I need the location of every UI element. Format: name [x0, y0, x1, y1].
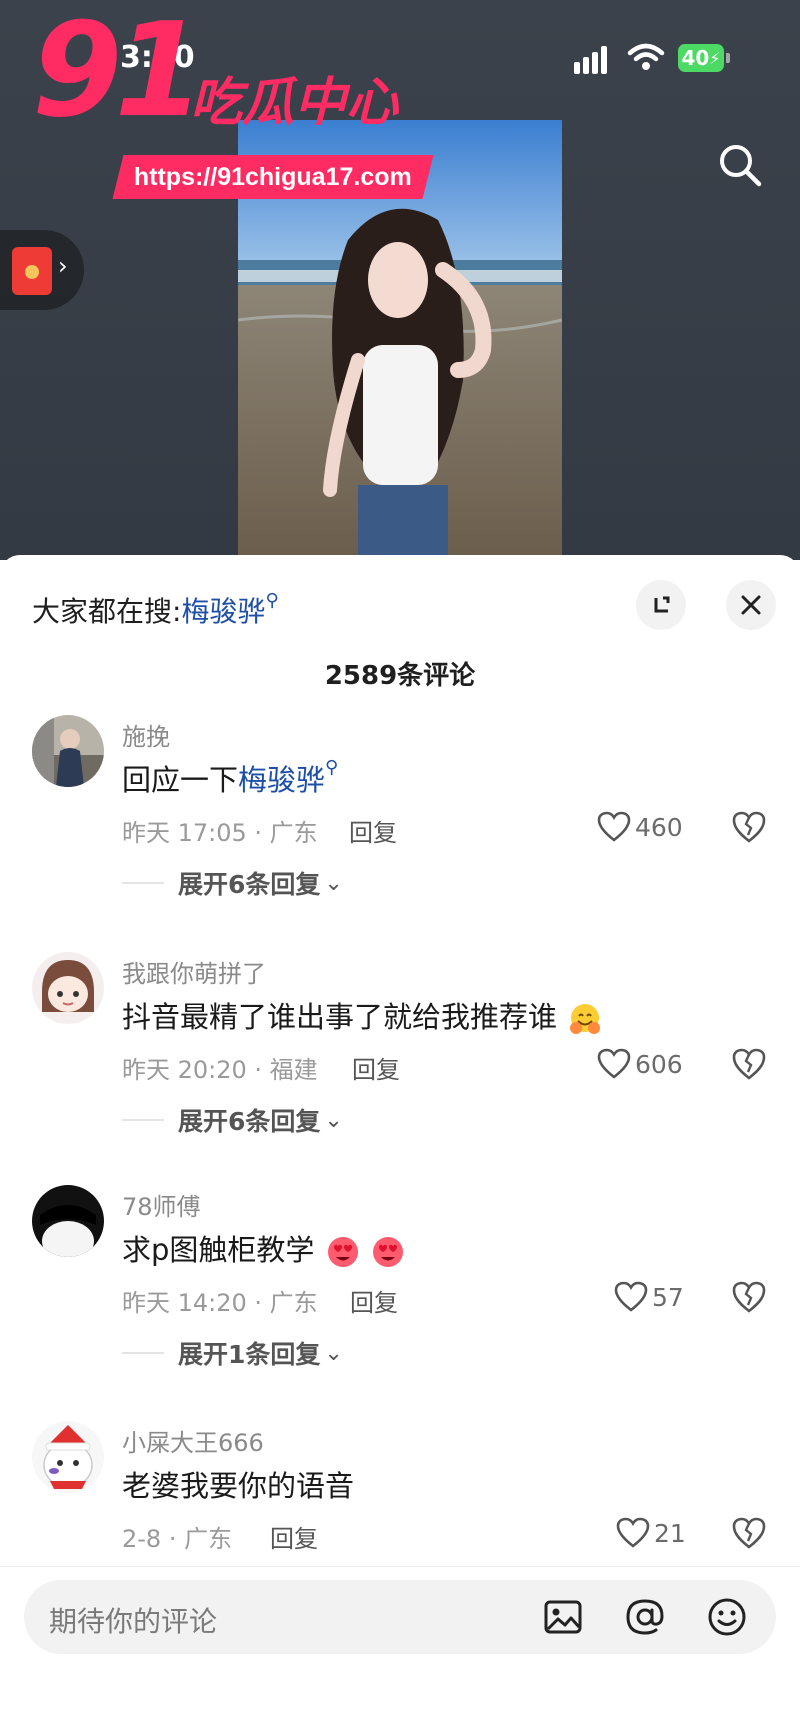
hot-search-label: 大家都在搜:	[32, 595, 182, 628]
battery-tip	[726, 53, 730, 63]
chevron-down-icon: ⌄	[324, 870, 343, 896]
reply-button[interactable]: 回复	[352, 1050, 400, 1085]
chevron-right-icon: ›	[58, 252, 68, 280]
avatar[interactable]	[32, 1185, 104, 1257]
heart-eyes-emoji	[327, 1237, 358, 1267]
red-packet-button[interactable]: ›	[0, 230, 84, 310]
comment-time-location: 昨天 20:20 · 福建	[122, 1056, 318, 1084]
comment-input-bar[interactable]: 期待你的评论	[24, 1580, 776, 1654]
like-count: 606	[635, 1049, 683, 1079]
logo-text: 吃瓜中心	[190, 73, 399, 133]
emoji-icon[interactable]	[706, 1596, 748, 1638]
comment-sheet: 大家都在搜:梅骏骅⚲ 2589条评论 施挽 回应一下梅骏骅⚲ 昨天 17:05 …	[0, 555, 800, 1735]
like-button[interactable]: 57	[614, 1277, 684, 1317]
logo-url-text: https://91chigua17.com	[134, 162, 412, 191]
expand-replies-label: 展开6条回复	[178, 870, 321, 899]
logo-url-banner: https://91chigua17.com	[112, 155, 434, 199]
comment-text-body: 抖音最精了谁出事了就给我推荐谁	[122, 1000, 558, 1034]
watermark-logo: 91 吃瓜中心 https://91chigua17.com	[30, 5, 434, 199]
hot-search-keyword[interactable]: 梅骏骅	[181, 595, 265, 628]
expand-replies-button[interactable]: 展开6条回复 ⌄	[122, 865, 343, 901]
divider-line	[122, 1119, 164, 1121]
expand-replies-label: 展开6条回复	[178, 1107, 321, 1136]
battery-level: 40	[681, 46, 710, 70]
expand-replies-button[interactable]: 展开1条回复 ⌄	[122, 1335, 343, 1371]
small-search-icon: ⚲	[265, 590, 279, 611]
red-envelope-icon	[12, 247, 52, 295]
comment-time-location: 2-8 · 广东	[122, 1525, 233, 1553]
comment-text: 老婆我要你的语音	[122, 1469, 355, 1503]
chevron-down-icon: ⌄	[324, 1340, 343, 1366]
logo-number: 91	[32, 0, 205, 146]
comment-keyword-link[interactable]: 梅骏骅	[238, 763, 325, 797]
like-button[interactable]: 21	[616, 1513, 686, 1553]
comment-text-prefix: 回应一下	[122, 763, 239, 797]
comment-count: 2589条评论	[324, 661, 476, 691]
broken-heart-icon[interactable]	[731, 1277, 767, 1317]
expand-replies-label: 展开1条回复	[178, 1340, 321, 1369]
broken-heart-icon[interactable]	[731, 807, 767, 847]
comment-input-placeholder[interactable]: 期待你的评论	[49, 1600, 217, 1640]
close-icon	[741, 595, 761, 615]
comment-username[interactable]: 施挽	[122, 717, 170, 752]
expand-button[interactable]	[636, 580, 686, 630]
broken-heart-icon[interactable]	[731, 1044, 767, 1084]
small-search-icon: ⚲	[325, 757, 339, 778]
divider-line	[122, 1352, 164, 1354]
reply-button[interactable]: 回复	[270, 1519, 318, 1554]
like-count: 57	[652, 1282, 684, 1312]
heart-icon	[597, 1048, 631, 1079]
expand-replies-button[interactable]: 展开6条回复 ⌄	[122, 1102, 343, 1138]
video-background: 3:10 40 ⚡ 91 吃瓜中心 https://91chigua17.com…	[0, 0, 800, 560]
image-icon[interactable]	[542, 1596, 584, 1638]
input-divider	[0, 1566, 800, 1567]
hot-search[interactable]: 大家都在搜:梅骏骅⚲	[32, 590, 279, 630]
at-icon[interactable]	[624, 1596, 666, 1638]
heart-icon	[597, 811, 631, 842]
heart-icon	[616, 1517, 650, 1548]
like-count: 21	[654, 1518, 686, 1548]
comment-text: 求p图触柜教学	[122, 1227, 405, 1269]
search-icon[interactable]	[715, 140, 765, 190]
battery-indicator: 40 ⚡	[678, 44, 724, 72]
avatar[interactable]	[32, 952, 104, 1024]
avatar[interactable]	[32, 715, 104, 787]
broken-heart-icon[interactable]	[731, 1513, 767, 1553]
expand-icon	[654, 596, 670, 613]
avatar[interactable]	[32, 1421, 104, 1493]
divider-line	[122, 882, 164, 884]
comment-time-location: 昨天 14:20 · 广东	[122, 1289, 318, 1317]
chevron-down-icon: ⌄	[324, 1107, 343, 1133]
like-button[interactable]: 460	[597, 807, 683, 847]
comment-text: 回应一下梅骏骅⚲	[122, 757, 338, 799]
heart-eyes-emoji	[372, 1237, 403, 1267]
comment-username[interactable]: 78师傅	[122, 1187, 201, 1222]
reply-button[interactable]: 回复	[350, 1283, 398, 1318]
comment-time-location: 昨天 17:05 · 广东	[122, 819, 318, 847]
like-button[interactable]: 606	[597, 1044, 683, 1084]
comment-username[interactable]: 小屎大王666	[122, 1423, 264, 1458]
hugging-face-emoji	[570, 1004, 601, 1034]
comment-text: 抖音最精了谁出事了就给我推荐谁	[122, 994, 602, 1036]
comment-username[interactable]: 我跟你萌拼了	[122, 954, 266, 989]
close-button[interactable]	[726, 580, 776, 630]
like-count: 460	[635, 812, 683, 842]
heart-icon	[614, 1281, 648, 1312]
comment-text-body: 求p图触柜教学	[122, 1233, 315, 1267]
reply-button[interactable]: 回复	[349, 813, 397, 848]
wifi-icon	[627, 43, 665, 70]
cellular-signal-icon	[574, 44, 614, 74]
